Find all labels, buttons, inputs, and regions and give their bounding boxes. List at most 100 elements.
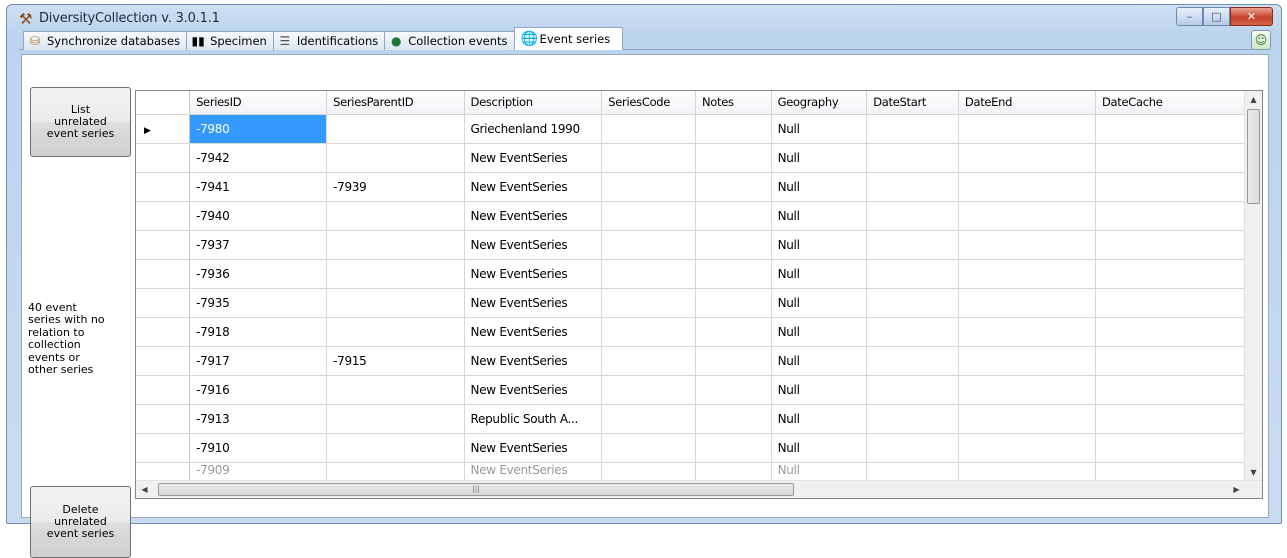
grid-cell-seriesid[interactable]: -7937	[189, 230, 328, 260]
grid-cell-datestart[interactable]	[866, 346, 959, 376]
column-header-seriescode[interactable]: SeriesCode	[601, 91, 696, 115]
grid-cell-dateend[interactable]	[958, 375, 1096, 405]
grid-cell-seriesparentid[interactable]	[326, 404, 465, 434]
grid-cell-seriesid[interactable]: -7917	[189, 346, 328, 376]
grid-cell-seriesparentid[interactable]	[326, 114, 465, 144]
minimize-button[interactable]: –	[1176, 7, 1203, 26]
grid-cell-geography[interactable]: Null	[771, 201, 868, 231]
grid-cell-seriesparentid[interactable]	[326, 433, 465, 463]
grid-cell-description[interactable]: New EventSeries	[464, 288, 603, 318]
grid-cell-datecache[interactable]	[1095, 201, 1256, 231]
grid-cell-seriescode[interactable]	[601, 288, 696, 318]
grid-cell-datecache[interactable]	[1095, 433, 1256, 463]
horizontal-scroll-thumb[interactable]: |||	[158, 483, 794, 496]
grid-cell-seriescode[interactable]	[601, 375, 696, 405]
grid-cell-notes[interactable]	[695, 433, 772, 463]
row-header[interactable]	[136, 404, 191, 434]
close-button[interactable]: ✕	[1230, 7, 1273, 26]
row-header[interactable]	[136, 433, 191, 463]
grid-cell-dateend[interactable]	[958, 346, 1096, 376]
grid-cell-seriesid[interactable]: -7916	[189, 375, 328, 405]
grid-cell-dateend[interactable]	[958, 288, 1096, 318]
grid-cell-seriescode[interactable]	[601, 404, 696, 434]
grid-cell-geography[interactable]: Null	[771, 346, 868, 376]
table-row[interactable]: ▶ -7980 Griechenland 1990 Null	[136, 114, 1262, 144]
grid-cell-description[interactable]: Republic South A...	[464, 404, 603, 434]
list-unrelated-event-series-button[interactable]: List unrelated event series	[30, 87, 131, 157]
grid-cell-description[interactable]: New EventSeries	[464, 317, 603, 347]
grid-cell-seriescode[interactable]	[601, 230, 696, 260]
table-row[interactable]: -7941 -7939 New EventSeries Null	[136, 172, 1262, 202]
grid-cell-seriesid[interactable]: -7936	[189, 259, 328, 289]
grid-cell-seriesid[interactable]: -7941	[189, 172, 328, 202]
tab-event-series[interactable]: 🌐 Event series	[513, 27, 624, 50]
grid-cell-dateend[interactable]	[958, 317, 1096, 347]
table-row[interactable]: -7917 -7915 New EventSeries Null	[136, 346, 1262, 376]
grid-cell-datestart[interactable]	[866, 317, 959, 347]
grid-cell-notes[interactable]	[695, 114, 772, 144]
grid-cell-seriesparentid[interactable]	[326, 317, 465, 347]
row-header[interactable]	[136, 288, 191, 318]
feedback-icon[interactable]: ☺	[1251, 30, 1271, 50]
grid-cell-seriescode[interactable]	[601, 346, 696, 376]
grid-cell-seriesparentid[interactable]	[326, 375, 465, 405]
vertical-scrollbar[interactable]: ▲ ▼	[1244, 91, 1262, 498]
row-header[interactable]	[136, 346, 191, 376]
grid-cell-datestart[interactable]	[866, 259, 959, 289]
grid-cell-seriesparentid[interactable]: -7915	[326, 346, 465, 376]
grid-cell-description[interactable]: New EventSeries	[464, 172, 603, 202]
grid-cell-datecache[interactable]	[1095, 143, 1256, 173]
grid-cell-notes[interactable]	[695, 201, 772, 231]
scroll-right-arrow-icon[interactable]: ▶	[1228, 481, 1245, 498]
grid-cell-geography[interactable]: Null	[771, 433, 868, 463]
grid-cell-datecache[interactable]	[1095, 404, 1256, 434]
grid-cell-description[interactable]: Griechenland 1990	[464, 114, 603, 144]
grid-cell-datecache[interactable]	[1095, 346, 1256, 376]
grid-cell-datecache[interactable]	[1095, 230, 1256, 260]
grid-cell-geography[interactable]: Null	[771, 404, 868, 434]
row-header[interactable]	[136, 375, 191, 405]
grid-cell-description[interactable]: New EventSeries	[464, 143, 603, 173]
grid-cell-datecache[interactable]	[1095, 375, 1256, 405]
scroll-down-arrow-icon[interactable]: ▼	[1245, 464, 1262, 481]
grid-cell-datestart[interactable]	[866, 201, 959, 231]
scroll-up-arrow-icon[interactable]: ▲	[1245, 91, 1262, 108]
grid-cell-datecache[interactable]	[1095, 172, 1256, 202]
grid-cell-seriescode[interactable]	[601, 172, 696, 202]
grid-cell-notes[interactable]	[695, 259, 772, 289]
grid-cell-seriesid[interactable]: -7918	[189, 317, 328, 347]
grid-cell-datestart[interactable]	[866, 230, 959, 260]
grid-cell-datecache[interactable]	[1095, 259, 1256, 289]
grid-cell-datestart[interactable]	[866, 288, 959, 318]
grid-cell-notes[interactable]	[695, 143, 772, 173]
grid-cell-seriesid[interactable]: -7980	[189, 114, 328, 144]
grid-cell-dateend[interactable]	[958, 143, 1096, 173]
column-header-notes[interactable]: Notes	[695, 91, 772, 115]
grid-cell-datestart[interactable]	[866, 404, 959, 434]
column-header-geography[interactable]: Geography	[771, 91, 868, 115]
grid-cell-description[interactable]: New EventSeries	[464, 346, 603, 376]
table-row[interactable]: -7937 New EventSeries Null	[136, 230, 1262, 260]
table-row[interactable]: -7942 New EventSeries Null	[136, 143, 1262, 173]
grid-cell-datestart[interactable]	[866, 114, 959, 144]
tab-collection-events[interactable]: ● Collection events	[384, 31, 515, 50]
grid-cell-seriesparentid[interactable]	[326, 230, 465, 260]
row-header[interactable]	[136, 201, 191, 231]
grid-cell-datecache[interactable]	[1095, 288, 1256, 318]
row-header[interactable]	[136, 259, 191, 289]
delete-unrelated-event-series-button[interactable]: Delete unrelated event series	[30, 486, 131, 558]
grid-cell-description[interactable]: New EventSeries	[464, 433, 603, 463]
grid-cell-geography[interactable]: Null	[771, 230, 868, 260]
grid-cell-description[interactable]: New EventSeries	[464, 375, 603, 405]
tab-specimen[interactable]: ▮▮ Specimen	[186, 31, 274, 50]
grid-cell-notes[interactable]	[695, 375, 772, 405]
grid-cell-seriesid[interactable]: -7913	[189, 404, 328, 434]
grid-cell-seriescode[interactable]	[601, 259, 696, 289]
grid-cell-dateend[interactable]	[958, 259, 1096, 289]
grid-cell-seriesid[interactable]: -7910	[189, 433, 328, 463]
grid-cell-datecache[interactable]	[1095, 317, 1256, 347]
table-row[interactable]: -7916 New EventSeries Null	[136, 375, 1262, 405]
grid-cell-description[interactable]: New EventSeries	[464, 201, 603, 231]
grid-cell-seriesid[interactable]: -7940	[189, 201, 328, 231]
table-row[interactable]: -7940 New EventSeries Null	[136, 201, 1262, 231]
